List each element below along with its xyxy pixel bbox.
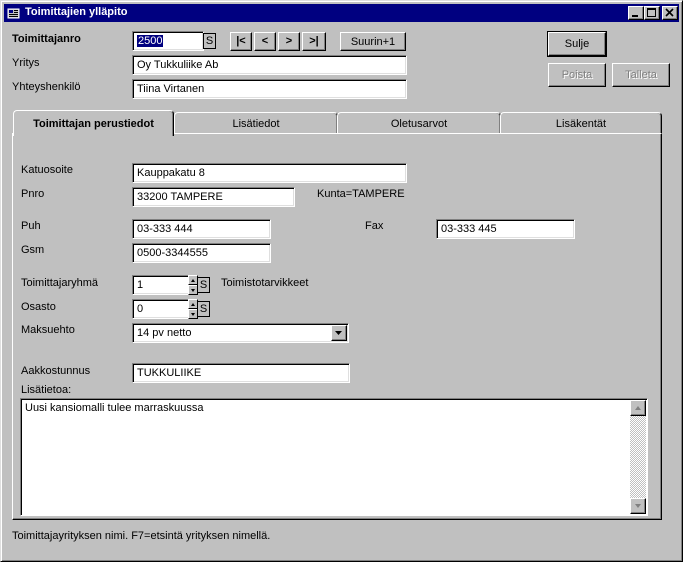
yritys-field[interactable]: Oy Tukkuliike Ab (132, 55, 407, 75)
poista-button[interactable]: Poista (548, 63, 606, 87)
yhteyshenkilo-label: Yhteyshenkilö (12, 81, 81, 93)
maximize-icon (647, 8, 656, 17)
suurin-plus-one-button[interactable]: Suurin+1 (340, 32, 406, 51)
yhteyshenkilo-field[interactable]: Tiina Virtanen (132, 79, 407, 99)
tab-perustiedot[interactable]: Toimittajan perustiedot (13, 110, 174, 136)
tab-lisatiedot[interactable]: Lisätiedot (174, 112, 338, 134)
title-bar[interactable]: Toimittajien ylläpito (4, 4, 679, 22)
tab-oletusarvot[interactable]: Oletusarvot (337, 112, 501, 134)
osasto-field[interactable]: 0 (132, 299, 190, 319)
pnro-field[interactable]: 33200 TAMPERE (132, 187, 295, 207)
toimittajanro-search-button[interactable]: S (203, 33, 216, 49)
fax-field[interactable]: 03-333 445 (436, 219, 575, 239)
osasto-label: Osasto (21, 301, 56, 313)
lisatietoa-scrollbar[interactable] (630, 400, 646, 514)
lisatietoa-textarea[interactable]: Uusi kansiomalli tulee marraskuussa (20, 398, 648, 516)
maksuehto-select[interactable]: 14 pv netto (132, 323, 349, 343)
tab-lisakentat[interactable]: Lisäkentät (500, 112, 662, 134)
kunta-text: Kunta=TAMPERE (317, 188, 405, 200)
sulje-button[interactable]: Sulje (547, 31, 607, 57)
scroll-down-icon[interactable] (630, 498, 646, 514)
status-text: Toimittajayrityksen nimi. F7=etsintä yri… (12, 530, 271, 542)
scroll-up-icon[interactable] (630, 400, 646, 416)
toimittajaryhma-search-button[interactable]: S (197, 277, 210, 293)
lisatietoa-label: Lisätietoa: (21, 384, 72, 396)
minimize-button[interactable] (628, 6, 644, 20)
osasto-search-button[interactable]: S (197, 301, 210, 317)
katuosoite-field[interactable]: Kauppakatu 8 (132, 163, 407, 183)
gsm-label: Gsm (21, 244, 45, 256)
pnro-label: Pnro (21, 188, 45, 200)
close-button[interactable] (662, 6, 678, 20)
aakkostunnus-label: Aakkostunnus (21, 365, 91, 377)
aakkostunnus-field[interactable]: TUKKULIIKE (132, 363, 350, 383)
window-title: Toimittajien ylläpito (25, 6, 128, 18)
toimittajaryhma-field[interactable]: 1 (132, 275, 190, 295)
first-record-button[interactable]: |< (230, 32, 252, 51)
toimittajanro-value: 2500 (137, 35, 164, 47)
fax-label: Fax (365, 220, 384, 232)
toimittajaryhma-description: Toimistotarvikkeet (221, 277, 309, 289)
lisatietoa-value: Uusi kansiomalli tulee marraskuussa (25, 402, 204, 414)
talleta-button[interactable]: Talleta (612, 63, 670, 87)
main-window: Toimittajien ylläpito Toimittajanro 2500… (0, 0, 683, 562)
puh-field[interactable]: 03-333 444 (132, 219, 271, 239)
katuosoite-label: Katuosoite (21, 164, 73, 176)
minimize-icon (632, 15, 638, 17)
previous-record-button[interactable]: < (254, 32, 276, 51)
close-icon (665, 8, 674, 17)
puh-label: Puh (21, 220, 41, 232)
app-icon (7, 6, 21, 20)
next-record-button[interactable]: > (278, 32, 300, 51)
maksuehto-label: Maksuehto (21, 324, 75, 336)
gsm-field[interactable]: 0500-3344555 (132, 243, 271, 263)
toimittajanro-field[interactable]: 2500 (132, 31, 204, 51)
maximize-button[interactable] (644, 6, 660, 20)
toimittajanro-label: Toimittajanro (12, 33, 81, 45)
yritys-label: Yritys (12, 57, 40, 69)
toimittajaryhma-label: Toimittajaryhmä (21, 277, 99, 289)
maksuehto-dropdown-button[interactable] (331, 325, 347, 341)
maksuehto-value: 14 pv netto (137, 327, 192, 339)
chevron-down-icon (335, 331, 342, 335)
last-record-button[interactable]: >| (302, 32, 326, 51)
